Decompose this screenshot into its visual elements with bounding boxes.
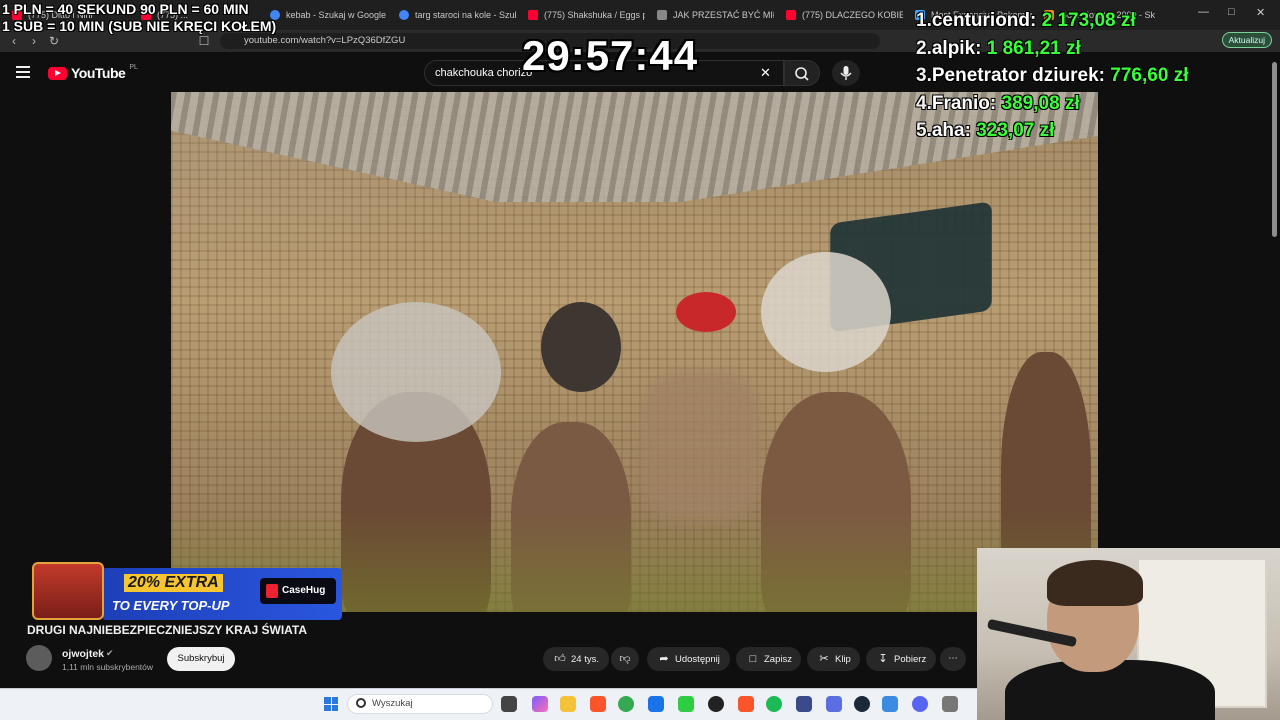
verified-icon: ✔ bbox=[106, 648, 114, 658]
update-button[interactable]: Aktualizuj bbox=[1221, 32, 1272, 48]
video-player[interactable] bbox=[171, 92, 1098, 612]
spotify-icon[interactable] bbox=[766, 696, 782, 712]
download-icon: ↧ bbox=[878, 653, 888, 665]
bookmark-save-icon: □ bbox=[749, 653, 757, 665]
share-button[interactable]: ➦ Udostępnij bbox=[647, 647, 730, 671]
brave-icon[interactable] bbox=[590, 696, 606, 712]
voice-search-button[interactable] bbox=[832, 60, 860, 86]
taskbar-divider bbox=[0, 688, 977, 689]
browser-tab[interactable]: targ staroci na kole - Szuka bbox=[391, 4, 516, 26]
search-button[interactable] bbox=[784, 60, 820, 86]
clear-search-icon[interactable]: ✕ bbox=[760, 65, 771, 81]
taskbar-search[interactable]: Wyszukaj bbox=[347, 694, 493, 714]
sponsor-subline: TO EVERY TOP-UP bbox=[112, 598, 230, 613]
streamer-hair bbox=[1047, 560, 1143, 606]
browser-tab[interactable]: kebab - Szukaj w Google bbox=[262, 4, 387, 26]
copilot-icon[interactable] bbox=[532, 696, 548, 712]
red-headdress bbox=[676, 292, 736, 332]
donation-rate-line-1: 1 PLN = 40 SEKUND 90 PLN = 60 MIN bbox=[2, 1, 249, 17]
sponsor-brand: CaseHug bbox=[260, 578, 336, 604]
app-icon[interactable] bbox=[648, 696, 664, 712]
windows-start-icon[interactable] bbox=[324, 697, 338, 711]
page-scrollbar[interactable] bbox=[1272, 62, 1277, 237]
task-view-icon[interactable] bbox=[501, 696, 517, 712]
feather-headdress bbox=[541, 302, 621, 392]
like-button[interactable]: 👍︎ 24 tys. bbox=[543, 647, 609, 671]
leaderboard-row: 3.Penetrator dziurek: 776,60 zł bbox=[916, 65, 1189, 86]
leaderboard-row: 2.alpik: 1 861,21 zł bbox=[916, 37, 1081, 59]
youtube-favicon-icon bbox=[786, 10, 796, 20]
discord-icon[interactable] bbox=[912, 696, 928, 712]
brave-active-icon[interactable] bbox=[738, 696, 754, 712]
clip-button[interactable]: ✂ Klip bbox=[807, 647, 860, 671]
maximize-icon[interactable]: □ bbox=[1228, 6, 1235, 18]
notepad-icon[interactable] bbox=[826, 696, 842, 712]
sponsor-headline: 20% EXTRA bbox=[124, 574, 223, 592]
minimize-icon[interactable]: — bbox=[1198, 6, 1209, 18]
sponsor-banner: 20% EXTRA TO EVERY TOP-UP CaseHug bbox=[32, 560, 342, 622]
donation-rate-line-2: 1 SUB = 10 MIN (SUB NIE KRĘCI KOŁEM) bbox=[2, 18, 277, 34]
subscriber-count: 1,11 mln subskrybentów bbox=[62, 662, 154, 672]
search-icon bbox=[795, 67, 809, 81]
chrome-icon[interactable] bbox=[618, 696, 634, 712]
browser-tab[interactable]: (775) Shakshuka / Eggs po bbox=[520, 4, 645, 26]
search-icon bbox=[356, 698, 366, 708]
close-window-icon[interactable]: ✕ bbox=[1256, 6, 1265, 19]
more-icon: ⋯ bbox=[948, 653, 958, 664]
browser-tab[interactable]: JAK PRZESTAĆ BYĆ MIŁYM bbox=[649, 4, 774, 26]
video-title: DRUGI NAJNIEBEZPIECZNIEJSZY KRAJ ŚWIATA bbox=[27, 623, 308, 637]
donation-leaderboard: 1.centuriond: 2 173,08 zł 2.alpik: 1 861… bbox=[916, 10, 1188, 148]
feather-headdress bbox=[331, 302, 501, 442]
menu-icon[interactable] bbox=[16, 66, 30, 78]
brand-logo-icon bbox=[266, 584, 278, 598]
share-icon: ➦ bbox=[659, 653, 669, 665]
file-explorer-icon[interactable] bbox=[560, 696, 576, 712]
app-icon[interactable] bbox=[882, 696, 898, 712]
youtube-logo[interactable]: YouTube PL bbox=[48, 64, 138, 81]
youtube-favicon-icon bbox=[528, 10, 538, 20]
channel-avatar[interactable] bbox=[26, 645, 52, 671]
download-button[interactable]: ↧ Pobierz bbox=[866, 647, 936, 671]
obs-icon[interactable] bbox=[708, 696, 724, 712]
forward-icon[interactable]: › bbox=[24, 34, 44, 48]
page-favicon-icon bbox=[657, 10, 667, 20]
leaderboard-row: 4.Franio: 389,08 zł bbox=[916, 92, 1080, 114]
back-icon[interactable]: ‹ bbox=[4, 34, 24, 48]
save-button[interactable]: □ Zapisz bbox=[736, 647, 801, 671]
thumbs-down-icon: 👎︎ bbox=[619, 653, 631, 665]
app-icon[interactable] bbox=[678, 696, 694, 712]
scissors-icon: ✂ bbox=[819, 653, 829, 665]
leaderboard-row: 1.centuriond: 2 173,08 zł bbox=[916, 10, 1136, 31]
browser-tab[interactable]: (775) DLACZEGO KOBIETY bbox=[778, 4, 903, 26]
leaderboard-row: 5.aha: 323,07 zł bbox=[916, 120, 1055, 141]
blurred-region bbox=[641, 372, 761, 522]
app-icon[interactable] bbox=[796, 696, 812, 712]
thumbs-up-icon: 👍︎ bbox=[554, 653, 566, 665]
reload-icon[interactable]: ↻ bbox=[44, 34, 64, 48]
bookmark-icon[interactable]: ☐ bbox=[194, 34, 214, 48]
subscribe-button[interactable]: Subskrybuj bbox=[167, 647, 235, 671]
microphone-icon bbox=[840, 66, 852, 80]
channel-name[interactable]: ojwojtek bbox=[62, 648, 104, 660]
feather-headdress bbox=[761, 252, 891, 372]
settings-icon[interactable] bbox=[942, 696, 958, 712]
youtube-play-icon bbox=[48, 66, 67, 80]
google-favicon-icon bbox=[399, 10, 409, 20]
more-actions-button[interactable]: ⋯ bbox=[940, 647, 966, 671]
treasure-chest-icon bbox=[32, 562, 104, 620]
subathon-timer: 29:57:44 bbox=[522, 32, 699, 79]
dislike-button[interactable]: 👎︎ bbox=[611, 647, 639, 671]
steam-icon[interactable] bbox=[854, 696, 870, 712]
streamer-webcam bbox=[977, 548, 1280, 720]
